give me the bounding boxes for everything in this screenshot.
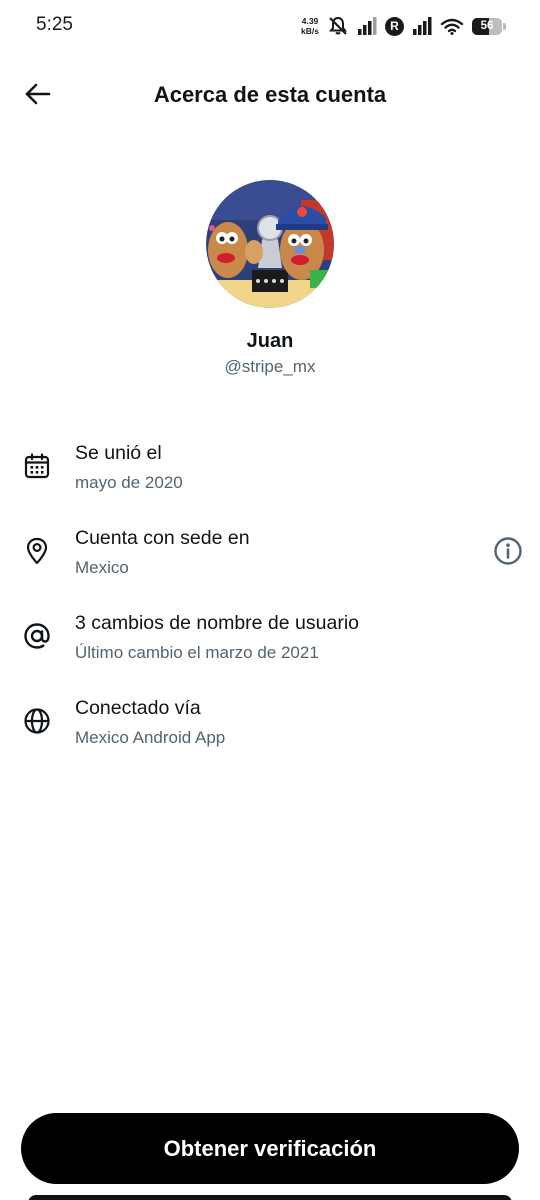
signal-icon: [412, 17, 432, 35]
globe-icon: [22, 706, 52, 736]
roaming-r-icon: R: [385, 16, 404, 36]
battery-level: 56: [480, 20, 494, 32]
info-circle-icon: [493, 536, 523, 571]
info-title: Conectado vía: [75, 697, 201, 719]
avatar[interactable]: [206, 180, 334, 308]
screen: 5:25 4.39 kB/s R 56 Acerca de esta cuent…: [0, 0, 540, 1200]
battery-icon: 56: [472, 17, 506, 35]
header: Acerca de esta cuenta: [0, 60, 540, 132]
network-speed-value: 4.39: [301, 16, 319, 26]
profile-name: Juan: [246, 330, 294, 352]
status-bar: 5:25 4.39 kB/s R 56: [0, 0, 540, 52]
info-subtitle: mayo de 2020: [75, 473, 183, 492]
calendar-icon: [22, 451, 52, 481]
signal-icon: [357, 17, 377, 35]
info-subtitle: Último cambio el marzo de 2021: [75, 643, 319, 662]
status-icons: 4.39 kB/s R 56: [301, 12, 506, 40]
info-row-based-in: Cuenta con sede en Mexico: [0, 523, 540, 608]
battery-body: 56: [472, 17, 502, 35]
page-title: Acerca de esta cuenta: [153, 82, 387, 107]
bottom-sheet-edge: [28, 1195, 512, 1200]
info-title: Cuenta con sede en: [75, 527, 250, 549]
mute-vibrate-off-icon: [327, 16, 349, 36]
status-time: 5:25: [36, 14, 73, 35]
account-info-list: Se unió el mayo de 2020 Cuenta con sede …: [0, 438, 540, 778]
battery-tip: [503, 22, 506, 30]
info-subtitle: Mexico: [75, 558, 129, 577]
info-row-username-changes: 3 cambios de nombre de usuario Último ca…: [0, 608, 540, 693]
at-sign-icon: [22, 621, 52, 651]
info-row-connected-via: Conectado vía Mexico Android App: [0, 693, 540, 778]
info-row-joined: Se unió el mayo de 2020: [0, 438, 540, 523]
info-subtitle: Mexico Android App: [75, 728, 226, 747]
profile-handle: @stripe_mx: [224, 357, 316, 376]
info-help-button[interactable]: [492, 536, 524, 571]
location-pin-icon: [22, 536, 52, 566]
info-title: 3 cambios de nombre de usuario: [75, 612, 359, 634]
network-speed-unit: kB/s: [301, 26, 319, 36]
wifi-icon: [440, 17, 464, 35]
get-verified-button[interactable]: Obtener verificación: [21, 1113, 519, 1184]
network-speed: 4.39 kB/s: [301, 16, 319, 36]
info-title: Se unió el: [75, 442, 162, 464]
